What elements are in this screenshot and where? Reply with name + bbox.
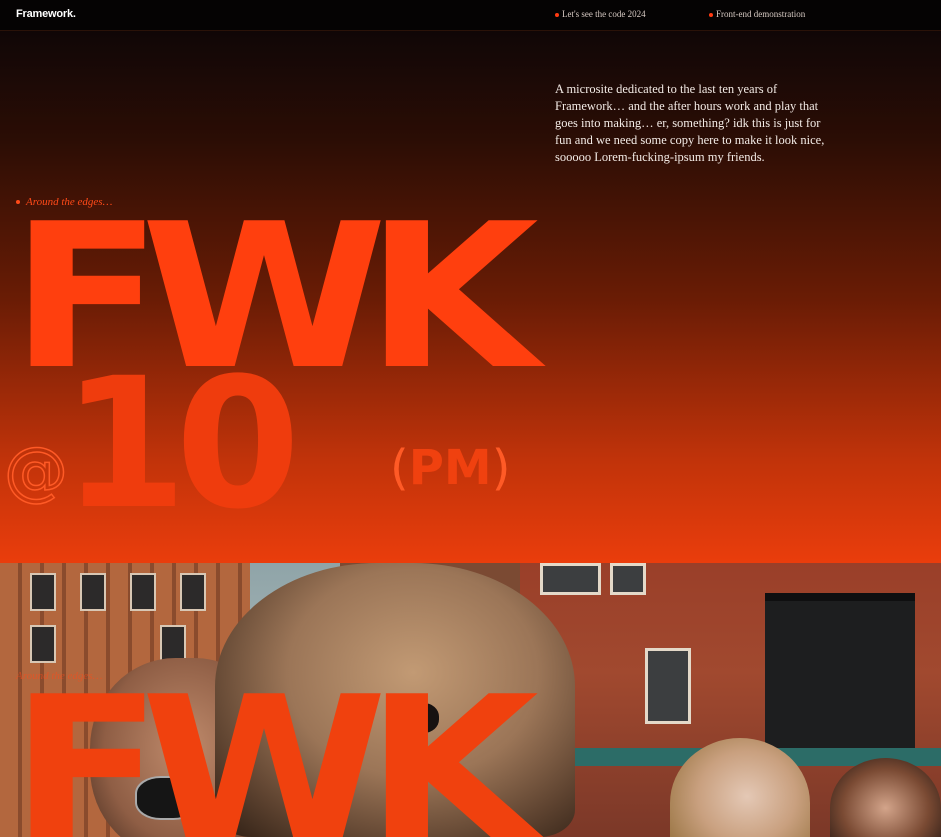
- top-navigation-bar: Framework. Let's see the code 2024 Front…: [0, 0, 941, 31]
- hero-number-ten: 10: [62, 340, 300, 549]
- window: [540, 563, 601, 595]
- nav-link-front-end-demo[interactable]: Front-end demonstration: [709, 9, 805, 19]
- pm-text: PM: [408, 440, 492, 496]
- bullet-dot-icon: [709, 12, 713, 17]
- hero-section: Framework. Let's see the code 2024 Front…: [0, 0, 941, 563]
- hero-at-symbol: @: [3, 435, 69, 509]
- brand-logo[interactable]: Framework.: [16, 8, 76, 20]
- window: [30, 573, 56, 611]
- window: [645, 648, 691, 724]
- nav-link-label: Let's see the code 2024: [562, 9, 646, 19]
- pm-open-paren: (: [390, 440, 409, 496]
- window: [80, 573, 106, 611]
- intro-paragraph: A microsite dedicated to the last ten ye…: [555, 82, 825, 164]
- shopfront: [765, 593, 915, 761]
- nav-link-see-code[interactable]: Let's see the code 2024: [555, 9, 646, 19]
- hero-pm-label: (PM): [390, 444, 510, 492]
- bullet-dot-icon: [555, 12, 559, 17]
- window: [610, 563, 646, 595]
- window: [180, 573, 206, 611]
- nav-link-label: Front-end demonstration: [716, 9, 806, 19]
- window: [130, 573, 156, 611]
- pm-close-paren: ): [491, 440, 511, 496]
- photo-title-fwk: FWK: [10, 654, 539, 837]
